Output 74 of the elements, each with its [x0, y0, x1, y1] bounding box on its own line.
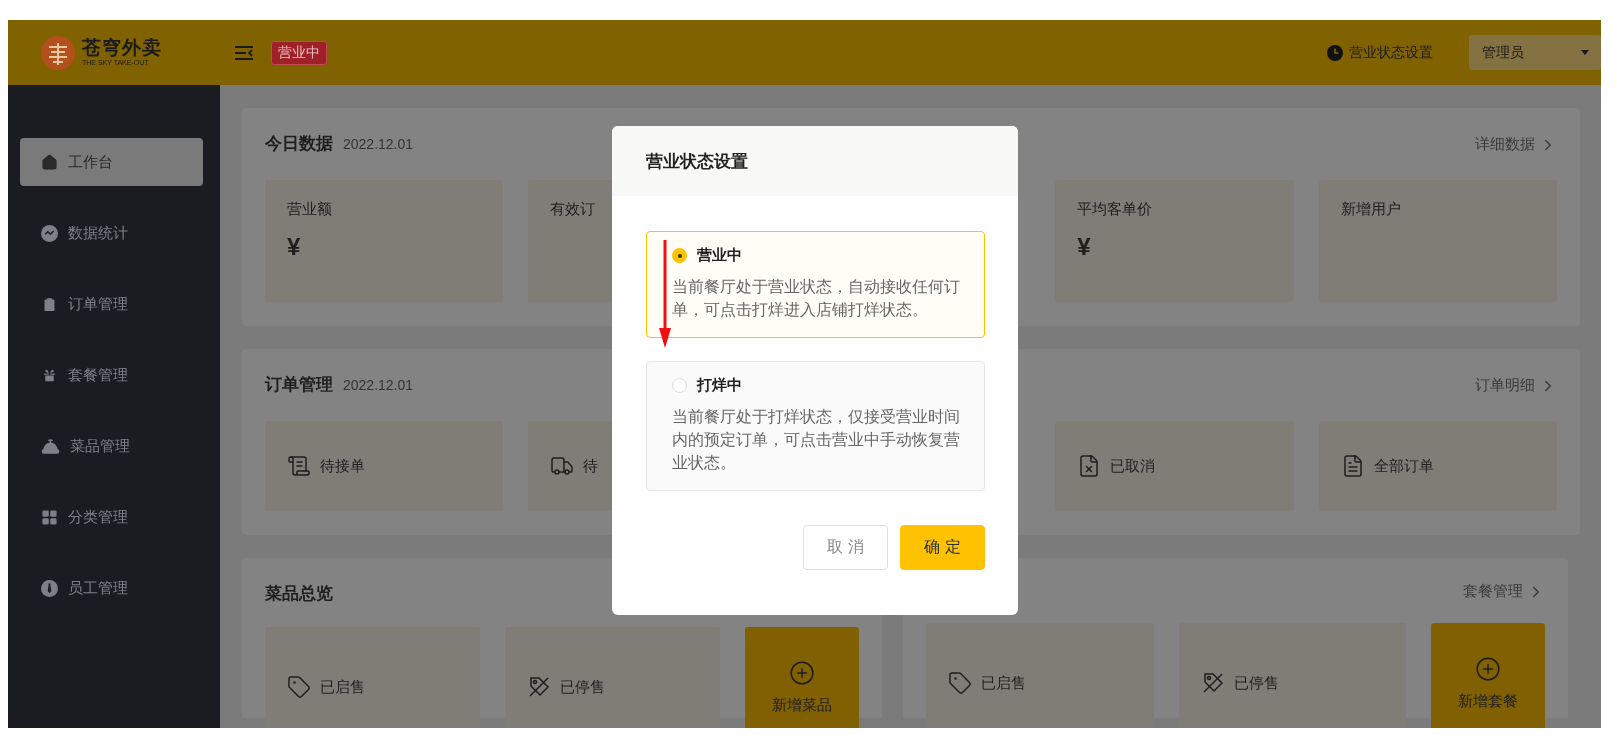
clipboard-icon — [41, 295, 58, 313]
user-dropdown[interactable]: 管理员 — [1469, 35, 1601, 70]
dialog-title: 营业状态设置 — [646, 150, 748, 173]
sidebar-item[interactable]: 订单管理 — [20, 280, 203, 328]
section-date: 2022.12.01 — [343, 136, 414, 152]
details-link[interactable]: 详细数据 — [1475, 135, 1557, 154]
stat-label: 已启售 — [320, 677, 365, 697]
logo-icon — [40, 34, 76, 71]
order-list-icon — [287, 454, 311, 478]
sidebar-item[interactable]: 工作台 — [20, 138, 203, 186]
stat-value: ¥ — [1077, 233, 1092, 261]
sidebar-label: 菜品管理 — [70, 436, 130, 456]
status-settings-button[interactable]: 营业状态设置 — [1327, 43, 1433, 62]
section-title: 菜品总览 — [265, 583, 333, 605]
add-icon — [1475, 655, 1501, 682]
stat-label: 营业额 — [287, 200, 333, 219]
truck-icon — [550, 454, 575, 478]
section-date: 2022.12.01 — [343, 377, 414, 393]
sidebar-label: 员工管理 — [68, 578, 128, 598]
confirm-button[interactable]: 确 定 — [900, 525, 985, 570]
sidebar-label: 数据统计 — [68, 223, 128, 243]
option-description: 当前餐厅处于打烊状态，仅接受营业时间内的预定订单，可点击营业中手动恢复营业状态。 — [672, 407, 961, 473]
status-badge: 营业中 — [271, 40, 327, 65]
section-title: 订单管理 — [265, 374, 333, 396]
section-title: 今日数据 — [265, 133, 333, 155]
order-card[interactable]: 已取消 — [1055, 421, 1294, 511]
gift-icon — [41, 366, 58, 384]
order-details-link[interactable]: 订单明细 — [1475, 376, 1557, 395]
order-card[interactable]: 待接单 — [265, 421, 504, 511]
stat-value: ¥ — [287, 233, 302, 261]
clock-icon — [1327, 44, 1343, 61]
option-description: 当前餐厅处于营业状态，自动接收任何订单，可点击打烊进入店铺打烊状态。 — [672, 277, 961, 320]
stat-label: 已停售 — [1233, 673, 1279, 693]
sidebar-label: 分类管理 — [68, 507, 128, 527]
logo-title: 苍穹外卖 — [82, 38, 162, 58]
tag-off-icon — [527, 675, 551, 699]
status-option[interactable]: 营业中 当前餐厅处于营业状态，自动接收任何订单，可点击打烊进入店铺打烊状态。 — [646, 231, 985, 338]
caret-icon — [1581, 50, 1589, 55]
order-card[interactable]: 全部订单 — [1318, 421, 1557, 511]
sidebar-item[interactable]: 分类管理 — [20, 493, 203, 541]
radio-button[interactable] — [672, 378, 687, 393]
cancel-button[interactable]: 取 消 — [803, 525, 888, 570]
sidebar-item[interactable]: 数据统计 — [20, 209, 203, 257]
order-label: 已取消 — [1110, 456, 1156, 476]
order-label: 全部订单 — [1373, 456, 1434, 476]
sidebar-label: 套餐管理 — [68, 365, 128, 385]
order-label: 待 — [583, 456, 599, 476]
home-icon — [41, 153, 58, 171]
sidebar-item[interactable]: 员工管理 — [20, 564, 203, 612]
order-label: 待接单 — [320, 456, 365, 476]
sidebar-label: 订单管理 — [68, 294, 128, 314]
option-label: 打烊中 — [697, 376, 742, 395]
sidebar-label: 工作台 — [68, 152, 113, 172]
tie-icon — [41, 579, 58, 597]
sidebar-item[interactable]: 套餐管理 — [20, 351, 203, 399]
tag-icon — [948, 671, 972, 695]
radio-button[interactable] — [672, 248, 687, 263]
sidebar-item[interactable]: 菜品管理 — [20, 422, 203, 470]
combo-link[interactable]: 套餐管理 — [1463, 582, 1545, 601]
stat-label: 平均客单价 — [1077, 200, 1154, 219]
tag-icon — [287, 675, 311, 699]
stat-label: 新增用户 — [1340, 200, 1402, 219]
chart-icon — [41, 224, 58, 242]
stat-label: 已启售 — [981, 673, 1026, 693]
stat-label: 有效订 — [550, 200, 597, 219]
add-button[interactable]: 新增菜品 — [745, 627, 859, 728]
menu-icon[interactable] — [235, 45, 253, 60]
grid-icon — [41, 508, 58, 526]
add-button[interactable]: 新增套餐 — [1431, 623, 1545, 728]
add-icon — [789, 659, 815, 686]
bell-icon — [41, 436, 60, 456]
option-label: 营业中 — [697, 246, 742, 265]
status-option[interactable]: 打烊中 当前餐厅处于打烊状态，仅接受营业时间内的预定订单，可点击营业中手动恢复营业状态。 — [646, 361, 985, 491]
stat-label: 已停售 — [560, 677, 605, 697]
